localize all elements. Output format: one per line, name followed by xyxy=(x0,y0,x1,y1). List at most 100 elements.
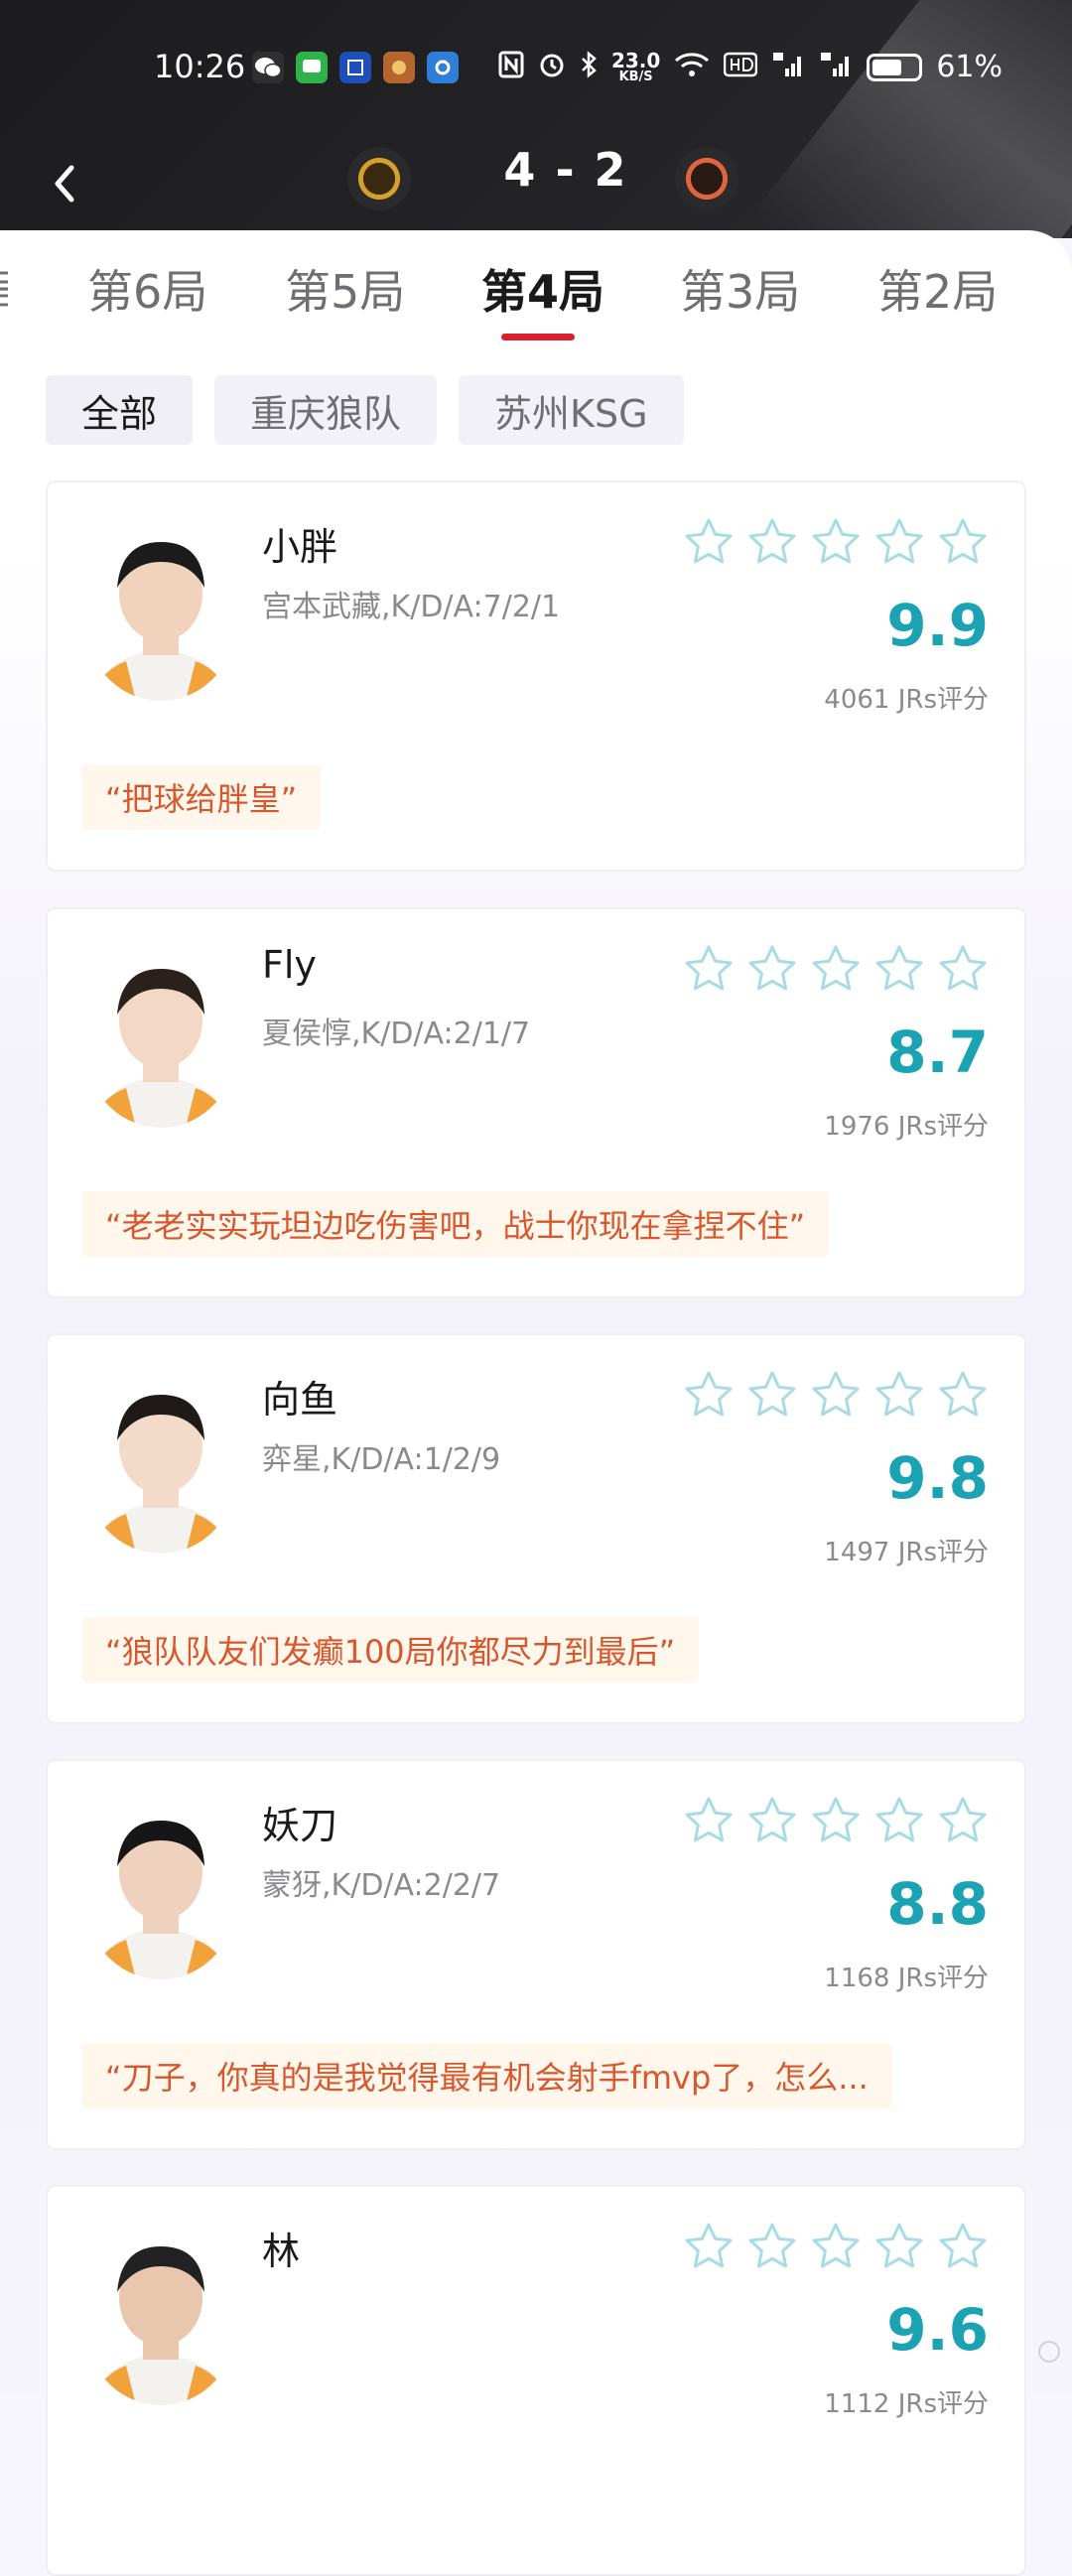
player-name: 妖刀 xyxy=(262,1795,337,1849)
player-card[interactable]: Fly 夏侯惇,K/D/A:2/1/7 8.7 1976 JRs评分 “老老实实玩坦边吃… xyxy=(46,907,1026,1298)
player-rating: 8.7 xyxy=(886,1018,989,1086)
status-app-icons xyxy=(252,52,459,83)
rating-stars[interactable] xyxy=(683,516,989,568)
star-icon[interactable] xyxy=(810,516,862,568)
battery-icon xyxy=(867,54,922,81)
player-stat: 夏侯惇,K/D/A:2/1/7 xyxy=(262,1009,530,1052)
star-icon[interactable] xyxy=(937,516,989,568)
star-icon[interactable] xyxy=(746,1795,798,1846)
status-time: 10:26 xyxy=(154,48,245,85)
rating-stars[interactable] xyxy=(683,2221,989,2272)
alarm-icon xyxy=(538,51,566,84)
player-rating: 9.6 xyxy=(886,2296,989,2364)
tab-game-5[interactable]: 第5局 xyxy=(285,256,405,322)
status-indicators: 23.0 KB/S 61% xyxy=(498,50,1003,84)
player-avatar xyxy=(81,1375,240,1554)
team-filter: 全部 重庆狼队 苏州KSG xyxy=(46,375,684,445)
team-ksg-logo xyxy=(675,147,738,210)
active-tab-indicator xyxy=(501,334,575,340)
filter-team-ksg[interactable]: 苏州KSG xyxy=(459,375,684,445)
tab-game-6[interactable]: 第6局 xyxy=(87,256,207,322)
star-icon[interactable] xyxy=(810,1369,862,1421)
browser-app-icon xyxy=(427,52,459,83)
signal-5g-icon-2 xyxy=(819,51,853,84)
corner-watermark xyxy=(1034,2337,1064,2373)
player-rating: 8.8 xyxy=(886,1870,989,1938)
wifi-icon xyxy=(674,51,710,84)
player-card[interactable]: 小胖宫本武藏,K/D/A:7/2/1 9.9 4061 JRs评分 “把球给胖皇” xyxy=(46,480,1026,872)
message-icon xyxy=(296,52,328,83)
rating-count: 4061 JRs评分 xyxy=(824,679,989,716)
tab-partial-left[interactable]: 局 xyxy=(0,256,8,322)
star-icon[interactable] xyxy=(873,2221,925,2272)
player-stat: 弈星,K/D/A:1/2/9 xyxy=(262,1434,500,1478)
chevron-left-icon xyxy=(52,164,77,203)
back-button[interactable] xyxy=(40,159,89,208)
tab-game-3[interactable]: 第3局 xyxy=(680,256,800,322)
player-card[interactable]: 妖刀蒙犽,K/D/A:2/2/7 8.8 1168 JRs评分 “刀子，你真的是我觉得… xyxy=(46,1759,1026,2150)
star-icon[interactable] xyxy=(873,943,925,995)
player-avatar xyxy=(81,1801,240,1979)
star-icon[interactable] xyxy=(810,1795,862,1846)
star-icon[interactable] xyxy=(810,2221,862,2272)
star-icon[interactable] xyxy=(746,943,798,995)
player-quote[interactable]: “刀子，你真的是我觉得最有机会射手fmvp了，怎么... xyxy=(81,2043,892,2108)
hd-icon xyxy=(724,52,757,83)
player-avatar xyxy=(81,2227,240,2405)
wechat-icon xyxy=(252,52,284,83)
star-icon[interactable] xyxy=(873,1369,925,1421)
star-icon[interactable] xyxy=(810,943,862,995)
player-quote[interactable]: “狼队队友们发癫100局你都尽力到最后” xyxy=(81,1617,699,1683)
player-rating: 9.8 xyxy=(886,1444,989,1512)
rating-stars[interactable] xyxy=(683,1369,989,1421)
player-quote[interactable]: “老老实实玩坦边吃伤害吧，战士你现在拿捏不住” xyxy=(81,1191,829,1257)
bluetooth-icon xyxy=(580,51,598,84)
star-icon[interactable] xyxy=(683,943,735,995)
calculator-app-icon xyxy=(339,52,371,83)
tab-game-4[interactable]: 第4局 xyxy=(481,256,604,322)
player-avatar xyxy=(81,949,240,1128)
rating-count: 1497 JRs评分 xyxy=(824,1532,989,1568)
star-icon[interactable] xyxy=(683,2221,735,2272)
star-icon[interactable] xyxy=(683,1369,735,1421)
game-app-icon xyxy=(383,52,415,83)
rating-count: 1168 JRs评分 xyxy=(824,1958,989,1994)
player-name: Fly xyxy=(262,943,317,987)
player-quote[interactable]: “把球给胖皇” xyxy=(81,764,321,830)
star-icon[interactable] xyxy=(746,516,798,568)
tab-game-2[interactable]: 第2局 xyxy=(877,256,998,322)
status-bar: 10:26 23.0 KB/S xyxy=(0,0,1072,139)
game-tabs: 局 第6局 第5局 第4局 第3局 第2局 xyxy=(0,256,1072,336)
player-stat: 宫本武藏,K/D/A:7/2/1 xyxy=(262,582,560,625)
player-stat: 蒙犽,K/D/A:2/2/7 xyxy=(262,1860,500,1904)
star-icon[interactable] xyxy=(683,516,735,568)
rating-count: 1976 JRs评分 xyxy=(824,1106,989,1143)
team-wolves-logo xyxy=(347,147,411,210)
star-icon[interactable] xyxy=(683,1795,735,1846)
battery-percent: 61% xyxy=(936,50,1003,84)
star-icon[interactable] xyxy=(873,1795,925,1846)
nfc-icon xyxy=(498,51,524,84)
filter-team-wolves[interactable]: 重庆狼队 xyxy=(214,375,437,445)
star-icon[interactable] xyxy=(937,1795,989,1846)
player-card[interactable]: 林 9.6 1112 JRs评分 xyxy=(46,2185,1026,2576)
player-name: 小胖 xyxy=(262,516,337,571)
player-name: 向鱼 xyxy=(262,1369,337,1424)
player-rating: 9.9 xyxy=(886,592,989,659)
star-icon[interactable] xyxy=(937,1369,989,1421)
player-name: 林 xyxy=(262,2221,300,2275)
match-score: 4 - 2 xyxy=(467,143,665,197)
signal-5g-icon-1 xyxy=(771,51,805,84)
rating-count: 1112 JRs评分 xyxy=(824,2383,989,2420)
star-icon[interactable] xyxy=(746,2221,798,2272)
star-icon[interactable] xyxy=(746,1369,798,1421)
star-icon[interactable] xyxy=(873,516,925,568)
player-avatar xyxy=(81,522,240,701)
star-icon[interactable] xyxy=(937,2221,989,2272)
player-card[interactable]: 向鱼弈星,K/D/A:1/2/9 9.8 1497 JRs评分 “狼队队友们发癫100… xyxy=(46,1333,1026,1724)
rating-stars[interactable] xyxy=(683,943,989,995)
network-speed: 23.0 KB/S xyxy=(611,51,660,83)
star-icon[interactable] xyxy=(937,943,989,995)
rating-stars[interactable] xyxy=(683,1795,989,1846)
filter-all[interactable]: 全部 xyxy=(46,375,193,445)
